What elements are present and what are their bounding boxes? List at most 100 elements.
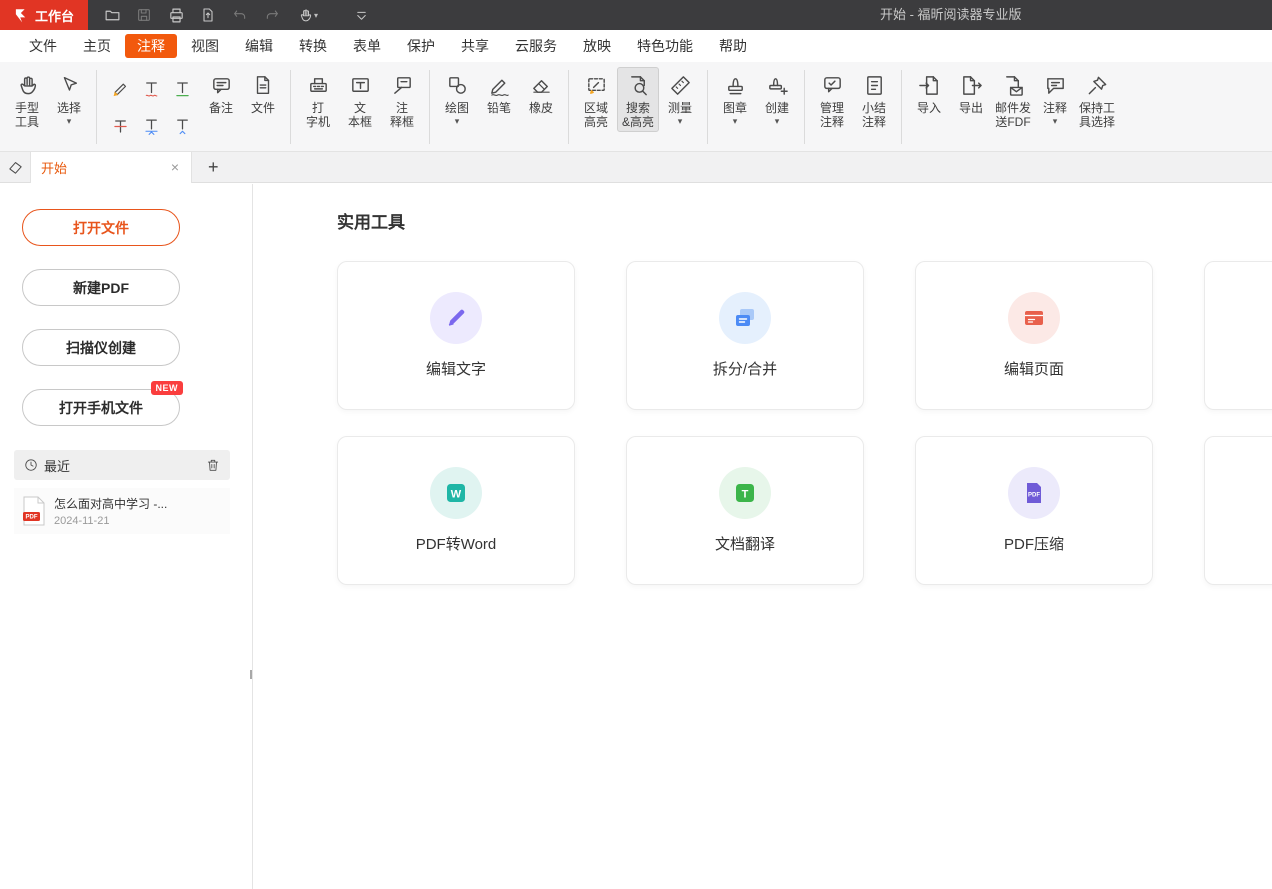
hand-mode-button[interactable]: ▾: [291, 2, 325, 28]
measure-button[interactable]: 测量 ▾: [659, 67, 701, 129]
search-highlight-button[interactable]: 搜索 &高亮: [617, 67, 659, 132]
tool-card-translate[interactable]: T 文档翻译: [626, 436, 864, 585]
menu-item-file[interactable]: 文件: [16, 30, 70, 62]
select-tool-button[interactable]: 选择 ▾: [48, 67, 90, 129]
search-highlight-icon: [627, 70, 650, 100]
callout-button[interactable]: 注 释框: [381, 67, 423, 132]
open-file-button[interactable]: [99, 2, 125, 28]
stamp-button[interactable]: 图章 ▾: [714, 67, 756, 129]
eraser-button[interactable]: 橡皮: [520, 67, 562, 118]
menu-item-slideshow[interactable]: 放映: [570, 30, 624, 62]
menu-item-features[interactable]: 特色功能: [624, 30, 706, 62]
open-file-sidebar-button[interactable]: 打开文件: [22, 209, 180, 246]
drawing-button[interactable]: 绘图 ▾: [436, 67, 478, 129]
recent-file-date: 2024-11-21: [54, 515, 167, 527]
insert-text-tool-button[interactable]: [167, 107, 198, 145]
scanner-create-button[interactable]: 扫描仪创建: [22, 329, 180, 366]
application-window: 工作台 ▾: [0, 0, 1272, 889]
ribbon-button-label: 备注: [209, 101, 233, 115]
menu-item-help[interactable]: 帮助: [706, 30, 760, 62]
typewriter-button[interactable]: 打 字机: [297, 67, 339, 132]
hand-icon: [298, 8, 313, 23]
email-fdf-button[interactable]: 邮件发 送FDF: [992, 67, 1034, 132]
close-icon[interactable]: ×: [169, 159, 181, 175]
save-button[interactable]: [131, 2, 157, 28]
pencil-icon: [488, 70, 511, 100]
menu-item-protect[interactable]: 保护: [394, 30, 448, 62]
keep-tool-selected-button[interactable]: 保持工 具选择: [1076, 67, 1118, 132]
svg-text:PDF: PDF: [1028, 493, 1040, 499]
menu-item-view[interactable]: 视图: [178, 30, 232, 62]
edit-text-icon: [430, 292, 482, 344]
ribbon-button-label: 橡皮: [529, 101, 553, 115]
export-comments-button[interactable]: 导出: [950, 67, 992, 118]
recent-section-header: 最近: [14, 450, 230, 480]
hand-tool-button[interactable]: 手型 工具: [6, 67, 48, 132]
title-bar: 工作台 ▾: [0, 0, 1272, 30]
recent-label: 最近: [44, 456, 206, 475]
textbox-button[interactable]: 文 本框: [339, 67, 381, 132]
comments-panel-button[interactable]: 注释 ▾: [1034, 67, 1076, 129]
workbench-button[interactable]: 工作台: [0, 0, 88, 30]
menu-item-convert[interactable]: 转换: [286, 30, 340, 62]
underline-tool-button[interactable]: [167, 69, 198, 107]
summarize-comments-button[interactable]: 小结 注释: [853, 67, 895, 132]
menu-item-share[interactable]: 共享: [448, 30, 502, 62]
export-button[interactable]: [195, 2, 221, 28]
recent-file-name: 怎么面对高中学习 -...: [54, 495, 167, 512]
ribbon-button-label: 邮件发 送FDF: [995, 101, 1031, 129]
ribbon-separator: [568, 70, 569, 144]
tool-card-pdf-compress[interactable]: PDF PDF压缩: [915, 436, 1153, 585]
ribbon-group-highlight: 区域 高亮 搜索 &高亮 测量 ▾: [575, 67, 701, 132]
callout-icon: [391, 70, 414, 100]
tab-label: 开始: [41, 158, 169, 177]
manage-comments-icon: [821, 70, 844, 100]
ribbon-button-label: 注 释框: [390, 101, 414, 129]
tool-card-split-merge[interactable]: 拆分/合并: [626, 261, 864, 410]
tool-card-partial[interactable]: [1204, 261, 1272, 410]
trash-icon[interactable]: [206, 458, 220, 472]
recent-file-item[interactable]: PDF 怎么面对高中学习 -... 2024-11-21: [14, 488, 230, 534]
import-comments-button[interactable]: 导入: [908, 67, 950, 118]
strikeout-tool-button[interactable]: [105, 107, 136, 145]
ribbon-button-label: 导入: [917, 101, 941, 115]
menu-item-edit[interactable]: 编辑: [232, 30, 286, 62]
squiggly-underline-tool-button[interactable]: [136, 69, 167, 107]
customize-toolbar-button[interactable]: [348, 2, 374, 28]
tab-start[interactable]: 开始 ×: [30, 152, 192, 183]
new-badge: NEW: [151, 381, 184, 395]
area-highlight-button[interactable]: 区域 高亮: [575, 67, 617, 132]
menu-item-form[interactable]: 表单: [340, 30, 394, 62]
manage-comments-button[interactable]: 管理 注释: [811, 67, 853, 132]
tool-card-partial[interactable]: [1204, 436, 1272, 585]
pencil-button[interactable]: 铅笔: [478, 67, 520, 118]
text-markup-tools-group: [105, 69, 198, 145]
highlight-tool-button[interactable]: [105, 69, 136, 107]
menu-item-home[interactable]: 主页: [70, 30, 124, 62]
pdf-file-icon: PDF: [22, 496, 46, 526]
undo-button[interactable]: [227, 2, 253, 28]
quick-tool-button[interactable]: [0, 159, 30, 176]
ribbon-button-label: 创建: [765, 101, 789, 115]
ribbon-group-text-markup: 备注 文件: [103, 67, 284, 145]
tool-card-pdf-to-word[interactable]: W PDF转Word: [337, 436, 575, 585]
redo-button[interactable]: [259, 2, 285, 28]
menu-item-comment[interactable]: 注释: [125, 34, 177, 58]
print-button[interactable]: [163, 2, 189, 28]
new-pdf-button[interactable]: 新建PDF: [22, 269, 180, 306]
quick-access-toolbar: ▾: [96, 2, 377, 28]
tool-card-label: 拆分/合并: [713, 358, 777, 379]
open-mobile-file-button[interactable]: 打开手机文件 NEW: [22, 389, 180, 426]
menu-item-cloud[interactable]: 云服务: [502, 30, 570, 62]
note-button[interactable]: 备注: [200, 67, 242, 118]
new-tab-button[interactable]: +: [208, 157, 219, 178]
tool-card-edit-text[interactable]: 编辑文字: [337, 261, 575, 410]
replace-text-tool-button[interactable]: [136, 107, 167, 145]
tool-card-label: 编辑页面: [1004, 358, 1064, 379]
ribbon-button-label: 管理 注释: [820, 101, 844, 129]
file-attachment-button[interactable]: 文件: [242, 67, 284, 118]
tool-card-edit-pages[interactable]: 编辑页面: [915, 261, 1153, 410]
redo-icon: [264, 7, 280, 23]
textbox-icon: [349, 70, 372, 100]
create-stamp-button[interactable]: 创建 ▾: [756, 67, 798, 129]
